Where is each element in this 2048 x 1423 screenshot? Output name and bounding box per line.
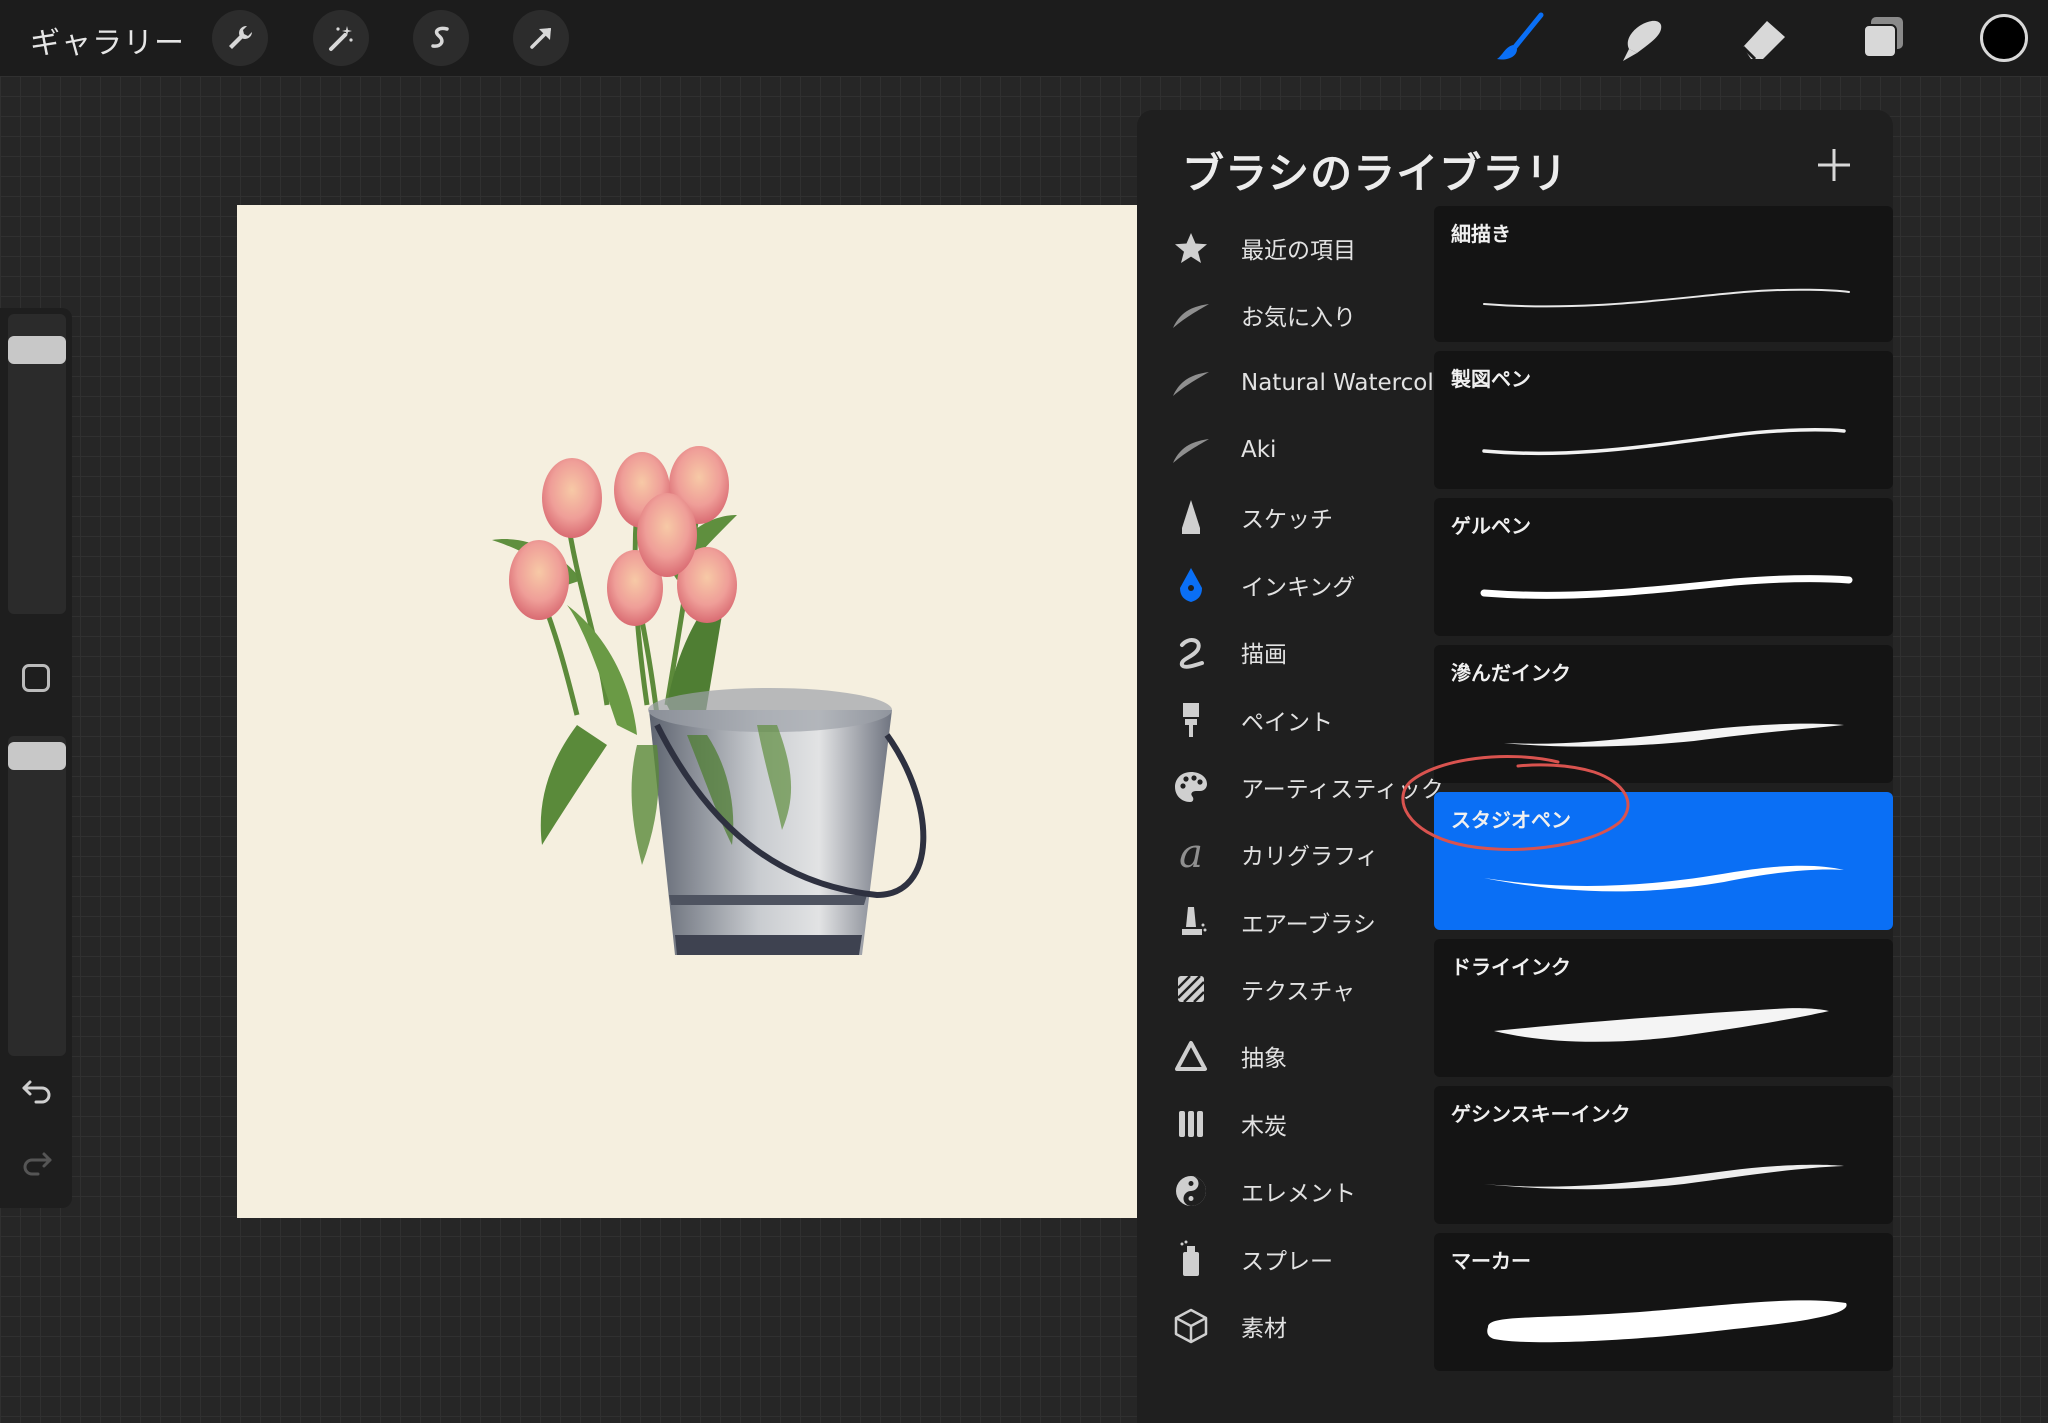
brush-size-thumb[interactable] bbox=[8, 336, 66, 364]
set-label: スプレー bbox=[1241, 1249, 1333, 1275]
brush-set-texture[interactable]: テクスチャ bbox=[1137, 959, 1437, 1019]
stroke-icon bbox=[1171, 430, 1211, 470]
set-label: お気に入り bbox=[1241, 305, 1356, 331]
gallery-button[interactable]: ギャラリー bbox=[30, 18, 185, 62]
brush-stroke-preview bbox=[1494, 1008, 1829, 1042]
set-label: 素材 bbox=[1241, 1316, 1287, 1342]
brush-set-charcoal[interactable]: 木炭 bbox=[1137, 1094, 1437, 1154]
wrench-icon[interactable] bbox=[212, 10, 268, 66]
brush-set-list[interactable]: 最近の項目 お気に入り Natural Watercolor Aki スケッチ … bbox=[1137, 218, 1457, 1423]
transform-arrow-icon[interactable] bbox=[513, 10, 569, 66]
plus-icon bbox=[1818, 149, 1850, 181]
brush-name: 滲んだインク bbox=[1451, 661, 1571, 685]
brush-card[interactable]: 製図ペン bbox=[1434, 351, 1893, 489]
paint-brush-icon bbox=[1171, 700, 1211, 740]
opacity-slider[interactable] bbox=[8, 736, 66, 1056]
set-label: Natural Watercolor bbox=[1241, 370, 1458, 396]
brush-set-materials[interactable]: 素材 bbox=[1137, 1296, 1437, 1356]
redo-icon[interactable] bbox=[18, 1142, 56, 1180]
brush-stroke-preview bbox=[1480, 575, 1853, 599]
smudge-icon[interactable] bbox=[1612, 8, 1672, 68]
brush-card[interactable]: マーカー bbox=[1434, 1233, 1893, 1371]
layers-icon[interactable] bbox=[1854, 8, 1914, 68]
star-icon bbox=[1171, 228, 1211, 268]
airbrush-icon bbox=[1171, 902, 1211, 942]
set-label: 最近の項目 bbox=[1241, 238, 1356, 264]
tulip-bucket-artwork bbox=[492, 446, 927, 955]
add-brush-button[interactable] bbox=[1809, 140, 1859, 190]
yin-yang-icon bbox=[1171, 1171, 1211, 1211]
brush-card[interactable]: ゲシンスキーインク bbox=[1434, 1086, 1893, 1224]
brush-name: ゲルペン bbox=[1451, 514, 1531, 538]
brush-card[interactable]: ドライインク bbox=[1434, 939, 1893, 1077]
brush-stroke-preview bbox=[1484, 1164, 1844, 1190]
brush-set-drawing[interactable]: 描画 bbox=[1137, 622, 1437, 682]
set-label: 木炭 bbox=[1241, 1114, 1287, 1140]
triangle-icon bbox=[1171, 1036, 1211, 1076]
set-label: スケッチ bbox=[1241, 507, 1333, 533]
opacity-thumb[interactable] bbox=[8, 742, 66, 770]
brush-card[interactable]: 細描き bbox=[1434, 206, 1893, 342]
brush-set-airbrush[interactable]: エアーブラシ bbox=[1137, 892, 1437, 952]
brush-name: ゲシンスキーインク bbox=[1451, 1102, 1631, 1126]
brush-set-calligraphy[interactable]: a カリグラフィ bbox=[1137, 824, 1437, 884]
brush-set-spray[interactable]: スプレー bbox=[1137, 1229, 1437, 1289]
panel-title: ブラシのライブラリ bbox=[1182, 149, 1569, 198]
color-picker-button[interactable] bbox=[1980, 14, 2028, 62]
set-label: 抽象 bbox=[1241, 1046, 1287, 1072]
brush-size-slider[interactable] bbox=[8, 314, 66, 614]
brush-icon[interactable] bbox=[1490, 8, 1550, 68]
squiggle-icon bbox=[1171, 632, 1211, 672]
modify-square-icon[interactable] bbox=[22, 664, 50, 692]
brush-name: ドライインク bbox=[1451, 955, 1571, 979]
brush-name: 製図ペン bbox=[1451, 367, 1531, 391]
spray-can-icon bbox=[1171, 1239, 1211, 1279]
set-label: カリグラフィ bbox=[1241, 844, 1379, 870]
brush-stroke-preview bbox=[1482, 428, 1846, 456]
annotation-circle bbox=[1401, 754, 1630, 851]
brush-stroke-preview bbox=[1483, 288, 1850, 308]
magic-wand-icon[interactable] bbox=[313, 10, 369, 66]
set-label: Aki bbox=[1241, 437, 1277, 463]
palette-icon bbox=[1171, 767, 1211, 807]
eraser-icon[interactable] bbox=[1734, 8, 1794, 68]
brush-set-inking[interactable]: インキング bbox=[1137, 555, 1437, 615]
brush-set-natural-watercolor[interactable]: Natural Watercolor bbox=[1137, 353, 1457, 413]
selection-icon[interactable] bbox=[413, 10, 469, 66]
cube-icon bbox=[1171, 1306, 1211, 1346]
set-label: エアーブラシ bbox=[1241, 912, 1376, 938]
brush-set-artistic[interactable]: アーティスティック bbox=[1137, 757, 1444, 817]
brush-set-favorites[interactable]: お気に入り bbox=[1137, 285, 1437, 345]
pencil-tip-icon bbox=[1171, 497, 1211, 537]
brush-set-aki[interactable]: Aki bbox=[1137, 420, 1437, 480]
brush-set-paint[interactable]: ペイント bbox=[1137, 690, 1437, 750]
brush-set-abstract[interactable]: 抽象 bbox=[1137, 1026, 1437, 1086]
set-label: インキング bbox=[1241, 575, 1356, 601]
left-sidebar bbox=[0, 308, 72, 1208]
brush-set-sketch[interactable]: スケッチ bbox=[1137, 487, 1437, 547]
set-label: テクスチャ bbox=[1241, 979, 1356, 1005]
brush-set-recent[interactable]: 最近の項目 bbox=[1137, 218, 1437, 278]
brush-stroke-preview bbox=[1487, 1300, 1847, 1343]
pen-nib-icon bbox=[1171, 565, 1211, 605]
brush-set-elements[interactable]: エレメント bbox=[1137, 1161, 1437, 1221]
stroke-icon bbox=[1171, 363, 1211, 403]
brush-card[interactable]: ゲルペン bbox=[1434, 498, 1893, 636]
stroke-icon bbox=[1171, 295, 1211, 335]
charcoal-icon bbox=[1171, 1104, 1211, 1144]
set-label: ペイント bbox=[1241, 710, 1333, 736]
top-toolbar: ギャラリー bbox=[0, 0, 2048, 76]
calligraphy-a-icon: a bbox=[1179, 831, 1203, 877]
texture-icon bbox=[1171, 969, 1211, 1009]
drawing-canvas[interactable] bbox=[237, 205, 1137, 1218]
set-label: 描画 bbox=[1241, 642, 1287, 668]
undo-icon[interactable] bbox=[18, 1070, 56, 1108]
set-label: エレメント bbox=[1241, 1181, 1356, 1207]
brush-name: マーカー bbox=[1451, 1249, 1531, 1273]
brush-name: 細描き bbox=[1451, 222, 1511, 246]
